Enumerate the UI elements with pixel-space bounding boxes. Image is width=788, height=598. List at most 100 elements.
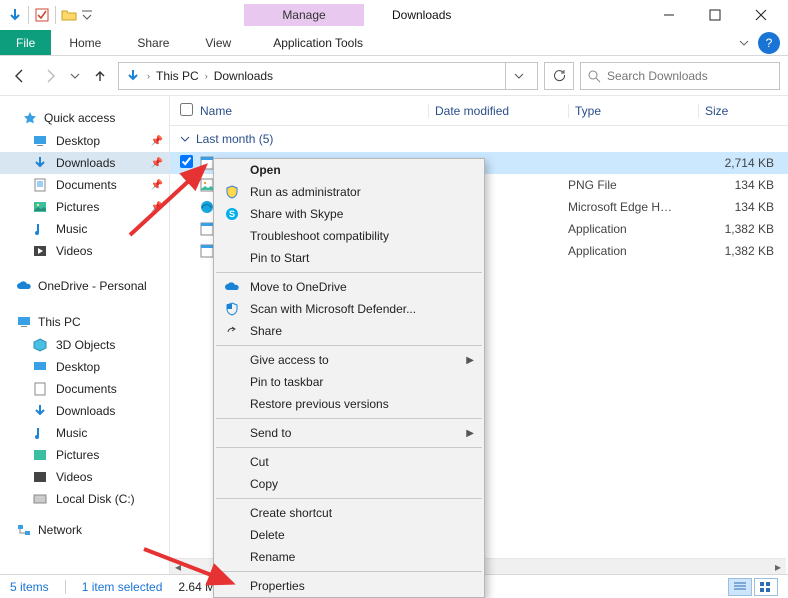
group-header-last-month[interactable]: Last month (5) bbox=[170, 126, 788, 152]
menu-send-to[interactable]: Send to▶ bbox=[214, 422, 484, 444]
sidebar-item-music[interactable]: Music bbox=[0, 218, 169, 240]
qat-folder-icon[interactable] bbox=[58, 4, 80, 26]
this-pc-heading[interactable]: This PC bbox=[0, 312, 169, 334]
menu-copy[interactable]: Copy bbox=[214, 473, 484, 495]
breadcrumb-this-pc[interactable]: This PC bbox=[156, 69, 199, 83]
downloads-icon bbox=[32, 155, 48, 171]
pictures-icon bbox=[32, 447, 48, 463]
address-bar: › This PC › Downloads Search Downloads bbox=[0, 56, 788, 96]
qat-down-arrow-icon bbox=[4, 4, 26, 26]
documents-icon bbox=[32, 381, 48, 397]
breadcrumb-downloads[interactable]: Downloads bbox=[214, 69, 273, 83]
status-item-count: 5 items bbox=[10, 580, 49, 594]
sidebar-item-3d-objects[interactable]: 3D Objects bbox=[0, 334, 169, 356]
up-button[interactable] bbox=[88, 64, 112, 88]
scroll-left-icon[interactable]: ◂ bbox=[170, 559, 186, 575]
sidebar-item-pc-videos[interactable]: Videos bbox=[0, 466, 169, 488]
maximize-button[interactable] bbox=[692, 1, 738, 29]
view-tab[interactable]: View bbox=[187, 30, 249, 55]
icons-view-button[interactable] bbox=[754, 578, 778, 596]
onedrive-icon bbox=[222, 281, 242, 293]
menu-rename[interactable]: Rename bbox=[214, 546, 484, 568]
search-icon bbox=[587, 69, 601, 83]
sidebar-item-videos[interactable]: Videos bbox=[0, 240, 169, 262]
menu-troubleshoot-compatibility[interactable]: Troubleshoot compatibility bbox=[214, 225, 484, 247]
chevron-down-icon bbox=[180, 134, 190, 144]
details-view-button[interactable] bbox=[728, 578, 752, 596]
music-icon bbox=[32, 221, 48, 237]
qat-dropdown-icon[interactable] bbox=[80, 4, 94, 26]
menu-scan-defender[interactable]: Scan with Microsoft Defender... bbox=[214, 298, 484, 320]
forward-button[interactable] bbox=[38, 64, 62, 88]
back-button[interactable] bbox=[8, 64, 32, 88]
menu-open[interactable]: Open bbox=[214, 159, 484, 181]
menu-share-with-skype[interactable]: SShare with Skype bbox=[214, 203, 484, 225]
close-button[interactable] bbox=[738, 1, 784, 29]
sidebar-item-documents[interactable]: Documents📌 bbox=[0, 174, 169, 196]
share-tab[interactable]: Share bbox=[119, 30, 187, 55]
pin-icon: 📌 bbox=[151, 136, 163, 147]
cube-icon bbox=[32, 337, 48, 353]
pictures-icon bbox=[32, 199, 48, 215]
network-heading[interactable]: Network bbox=[0, 520, 169, 542]
sidebar-item-desktop[interactable]: Desktop📌 bbox=[0, 130, 169, 152]
qat-check-icon[interactable] bbox=[31, 4, 53, 26]
application-tools-tab[interactable]: Application Tools bbox=[263, 30, 373, 55]
column-date[interactable]: Date modified bbox=[428, 104, 568, 118]
chevron-right-icon: ▶ bbox=[466, 428, 474, 439]
address-dropdown-icon[interactable] bbox=[505, 63, 531, 89]
address-field[interactable]: › This PC › Downloads bbox=[118, 62, 538, 90]
menu-move-to-onedrive[interactable]: Move to OneDrive bbox=[214, 276, 484, 298]
downloads-icon bbox=[32, 403, 48, 419]
menu-share[interactable]: Share bbox=[214, 320, 484, 342]
defender-icon bbox=[222, 302, 242, 316]
sidebar-item-pc-music[interactable]: Music bbox=[0, 422, 169, 444]
sidebar-item-pc-documents[interactable]: Documents bbox=[0, 378, 169, 400]
music-icon bbox=[32, 425, 48, 441]
help-button[interactable]: ? bbox=[758, 32, 780, 54]
disk-icon bbox=[32, 491, 48, 507]
scroll-right-icon[interactable]: ▸ bbox=[770, 559, 786, 575]
menu-create-shortcut[interactable]: Create shortcut bbox=[214, 502, 484, 524]
search-placeholder: Search Downloads bbox=[607, 69, 708, 83]
skype-icon: S bbox=[222, 207, 242, 221]
collapse-ribbon-icon[interactable] bbox=[730, 30, 758, 55]
file-tab[interactable]: File bbox=[0, 30, 51, 55]
menu-cut[interactable]: Cut bbox=[214, 451, 484, 473]
recent-locations-icon[interactable] bbox=[68, 64, 82, 88]
column-type[interactable]: Type bbox=[568, 104, 698, 118]
quick-access-heading[interactable]: Quick access bbox=[0, 108, 169, 130]
menu-pin-to-taskbar[interactable]: Pin to taskbar bbox=[214, 371, 484, 393]
sidebar-item-local-disk[interactable]: Local Disk (C:) bbox=[0, 488, 169, 510]
minimize-button[interactable] bbox=[646, 1, 692, 29]
window-title: Downloads bbox=[392, 8, 451, 22]
menu-restore-previous-versions[interactable]: Restore previous versions bbox=[214, 393, 484, 415]
menu-give-access-to[interactable]: Give access to▶ bbox=[214, 349, 484, 371]
column-headers[interactable]: Name Date modified Type Size bbox=[170, 96, 788, 126]
documents-icon bbox=[32, 177, 48, 193]
ribbon-tabs: File Home Share View Application Tools ? bbox=[0, 30, 788, 56]
videos-icon bbox=[32, 243, 48, 259]
sidebar-item-pc-downloads[interactable]: Downloads bbox=[0, 400, 169, 422]
select-all-checkbox[interactable] bbox=[180, 103, 193, 116]
chevron-right-icon: ▶ bbox=[466, 355, 474, 366]
onedrive-heading[interactable]: OneDrive - Personal bbox=[0, 276, 169, 298]
sidebar-item-pc-pictures[interactable]: Pictures bbox=[0, 444, 169, 466]
column-size[interactable]: Size bbox=[698, 104, 778, 118]
row-checkbox[interactable] bbox=[180, 155, 193, 168]
manage-tab[interactable]: Manage bbox=[244, 4, 364, 26]
sidebar-item-downloads[interactable]: Downloads📌 bbox=[0, 152, 169, 174]
home-tab[interactable]: Home bbox=[51, 30, 119, 55]
menu-pin-to-start[interactable]: Pin to Start bbox=[214, 247, 484, 269]
refresh-button[interactable] bbox=[544, 62, 574, 90]
desktop-icon bbox=[32, 359, 48, 375]
star-icon bbox=[22, 110, 38, 126]
menu-run-as-administrator[interactable]: Run as administrator bbox=[214, 181, 484, 203]
sidebar-item-pc-desktop[interactable]: Desktop bbox=[0, 356, 169, 378]
column-name[interactable]: Name bbox=[200, 104, 428, 118]
search-input[interactable]: Search Downloads bbox=[580, 62, 780, 90]
sidebar-item-pictures[interactable]: Pictures📌 bbox=[0, 196, 169, 218]
pin-icon: 📌 bbox=[151, 180, 163, 191]
menu-delete[interactable]: Delete bbox=[214, 524, 484, 546]
menu-properties[interactable]: Properties bbox=[214, 575, 484, 597]
